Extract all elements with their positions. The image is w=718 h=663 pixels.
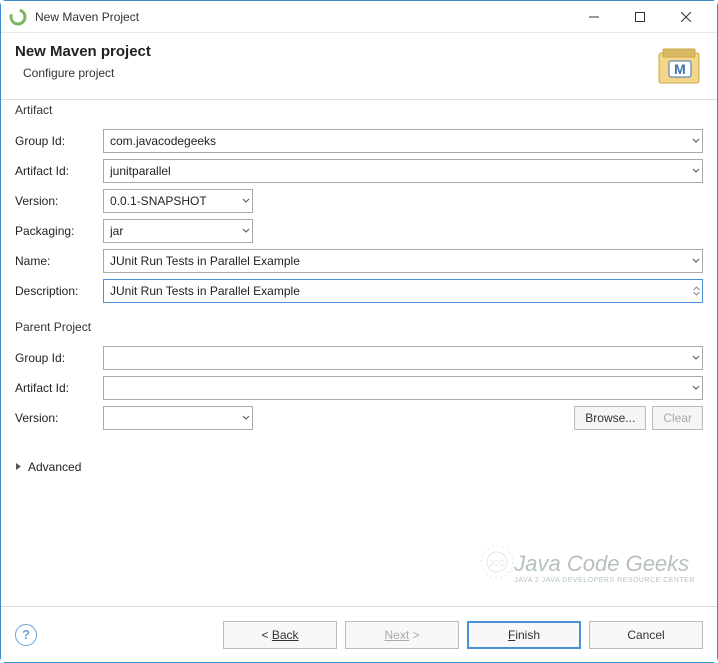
version-input[interactable] xyxy=(103,189,253,213)
eclipse-icon xyxy=(9,8,27,26)
description-input[interactable] xyxy=(103,279,703,303)
parent-version-input[interactable] xyxy=(103,406,253,430)
wizard-footer: ? < Back Next > Finish Cancel xyxy=(1,606,717,662)
parent-group-id-label: Group Id: xyxy=(15,351,103,365)
version-label: Version: xyxy=(15,194,103,208)
name-label: Name: xyxy=(15,254,103,268)
parent-artifact-id-label: Artifact Id: xyxy=(15,381,103,395)
group-id-input[interactable] xyxy=(103,129,703,153)
packaging-input[interactable] xyxy=(103,219,253,243)
clear-button[interactable]: Clear xyxy=(652,406,703,430)
page-subtitle: Configure project xyxy=(23,66,655,80)
svg-text:JCG: JCG xyxy=(489,559,505,568)
window-title: New Maven Project xyxy=(35,10,571,24)
titlebar: New Maven Project xyxy=(1,1,717,33)
page-title: New Maven project xyxy=(15,43,655,60)
help-icon[interactable]: ? xyxy=(15,624,37,646)
minimize-button[interactable] xyxy=(571,3,617,31)
finish-button[interactable]: Finish xyxy=(467,621,581,649)
group-id-label: Group Id: xyxy=(15,134,103,148)
triangle-right-icon xyxy=(15,460,22,474)
window-controls xyxy=(571,3,709,31)
parent-legend: Parent Project xyxy=(15,320,703,334)
browse-button[interactable]: Browse... xyxy=(574,406,646,430)
advanced-toggle[interactable]: Advanced xyxy=(15,454,703,474)
watermark: Java Code Geeks Java 2 Java Developers R… xyxy=(514,551,695,584)
parent-artifact-id-input[interactable] xyxy=(103,376,703,400)
wizard-header: New Maven project Configure project M xyxy=(1,33,717,100)
artifact-id-label: Artifact Id: xyxy=(15,164,103,178)
name-input[interactable] xyxy=(103,249,703,273)
packaging-label: Packaging: xyxy=(15,224,103,238)
parent-version-label: Version: xyxy=(15,411,103,425)
maven-icon: M xyxy=(655,43,703,87)
svg-text:M: M xyxy=(674,61,686,77)
maximize-button[interactable] xyxy=(617,3,663,31)
parent-fieldset: Parent Project Group Id: Artifact Id: Ve… xyxy=(15,327,703,444)
watermark-circle-icon: JCG xyxy=(477,542,517,582)
artifact-legend: Artifact xyxy=(15,103,703,117)
parent-group-id-input[interactable] xyxy=(103,346,703,370)
next-button[interactable]: Next > xyxy=(345,621,459,649)
artifact-id-input[interactable] xyxy=(103,159,703,183)
cancel-button[interactable]: Cancel xyxy=(589,621,703,649)
advanced-label: Advanced xyxy=(28,460,81,474)
watermark-sub: Java 2 Java Developers Resource Center xyxy=(514,577,695,584)
description-label: Description: xyxy=(15,284,103,298)
watermark-main: Java Code Geeks xyxy=(514,551,695,577)
close-button[interactable] xyxy=(663,3,709,31)
artifact-fieldset: Artifact Group Id: Artifact Id: Version: xyxy=(15,110,703,317)
wizard-content: Artifact Group Id: Artifact Id: Version: xyxy=(1,100,717,474)
back-button[interactable]: < Back xyxy=(223,621,337,649)
